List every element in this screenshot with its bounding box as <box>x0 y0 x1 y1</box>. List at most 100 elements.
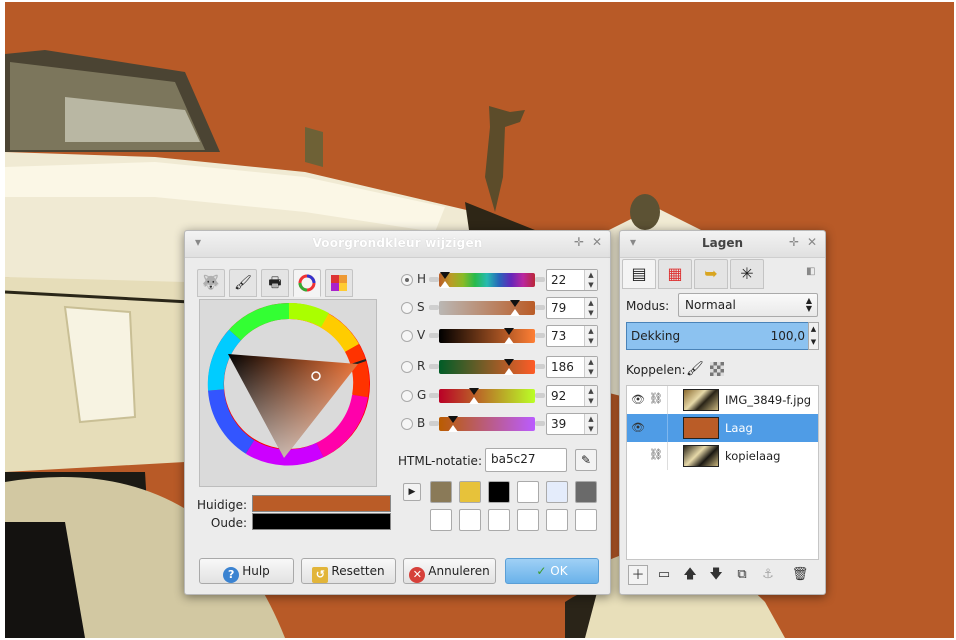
red-slider[interactable] <box>439 360 535 374</box>
slider-marker[interactable] <box>504 328 515 335</box>
slider-row-s: S 79 ▲ ▼ <box>401 297 601 321</box>
pin-icon[interactable]: ✛ <box>789 235 799 249</box>
printer-icon[interactable]: 🖶 <box>261 269 289 297</box>
chain-icon[interactable]: ⛓ <box>649 392 663 408</box>
tab-menu-icon[interactable]: ◧ <box>806 266 815 277</box>
color-wheel-area[interactable] <box>199 299 377 487</box>
opacity-slider[interactable]: Dekking 100,0 <box>626 322 812 350</box>
chevron-updown-icon: ▲ ▼ <box>805 296 812 313</box>
history-swatch[interactable] <box>488 509 510 531</box>
ok-button[interactable]: ✓ OK <box>505 558 599 584</box>
slider-marker[interactable] <box>448 416 459 423</box>
duplicate-layer-icon[interactable]: ⧉ <box>732 565 752 585</box>
hue-spinbox[interactable]: 22 ▲ ▼ <box>546 269 598 291</box>
brush-icon[interactable]: 🖌 <box>229 269 257 297</box>
gimp-wilber-icon[interactable]: 🐺 <box>197 269 225 297</box>
color-wheel-icon[interactable] <box>293 269 321 297</box>
green-slider[interactable] <box>439 389 535 403</box>
cancel-icon: ✕ <box>409 567 426 583</box>
radio-r[interactable] <box>401 361 413 373</box>
history-swatch[interactable] <box>488 481 510 503</box>
undo-icon: ✳ <box>740 264 754 283</box>
palette-icon[interactable] <box>325 269 353 297</box>
reset-icon: ↺ <box>312 567 329 583</box>
value-spinbox[interactable]: 73 ▲ ▼ <box>546 325 598 347</box>
history-swatch[interactable] <box>575 481 597 503</box>
html-notation-label: HTML-notatie: <box>398 454 482 468</box>
layers-dialog: ▾ Lagen ✛ ✕ ▤ ▦ ➥ ✳ ◧ Modus: Normaal ▲ ▼ … <box>619 230 826 595</box>
history-swatch[interactable] <box>459 481 481 503</box>
cancel-button[interactable]: ✕ Annuleren <box>403 558 496 584</box>
help-icon: ? <box>223 567 240 583</box>
pin-icon[interactable]: ✛ <box>574 235 584 249</box>
lock-alpha-icon[interactable] <box>710 362 724 376</box>
radio-h[interactable] <box>401 274 413 286</box>
history-swatch[interactable] <box>430 481 452 503</box>
layers-icon: ▤ <box>631 264 647 283</box>
blue-spinbox[interactable]: 39 ▲ ▼ <box>546 413 598 435</box>
tab-channels[interactable]: ▦ <box>658 259 692 289</box>
slider-row-b: B 39 ▲ ▼ <box>401 413 601 437</box>
channels-icon: ▦ <box>667 264 683 283</box>
html-notation-input[interactable]: ba5c27 <box>485 448 567 472</box>
radio-s[interactable] <box>401 302 413 314</box>
history-swatch[interactable] <box>517 481 539 503</box>
layer-thumbnail <box>683 445 719 467</box>
slider-marker-base <box>509 309 520 316</box>
tab-paths[interactable]: ➥ <box>694 259 728 289</box>
opacity-spinbox[interactable]: ▲ ▼ <box>808 322 819 350</box>
new-group-icon[interactable]: ▭ <box>654 565 674 585</box>
slider-row-r: R 186 ▲ ▼ <box>401 356 601 380</box>
history-swatch[interactable] <box>546 481 568 503</box>
delete-layer-icon[interactable]: 🗑 <box>790 565 810 585</box>
history-swatch[interactable] <box>517 509 539 531</box>
layers-titlebar[interactable]: ▾ Lagen ✛ ✕ <box>620 231 825 258</box>
slider-marker[interactable] <box>468 388 479 395</box>
anchor-icon[interactable]: ⚓ <box>758 565 778 585</box>
green-spinbox[interactable]: 92 ▲ ▼ <box>546 385 598 407</box>
mode-label: Modus: <box>626 299 670 313</box>
color-picker-button[interactable]: ✎ <box>575 449 597 471</box>
slider-marker[interactable] <box>439 272 450 279</box>
eye-icon[interactable]: 👁 <box>631 394 645 406</box>
radio-v[interactable] <box>401 330 413 342</box>
reset-button[interactable]: ↺ Resetten <box>301 558 396 584</box>
tab-layers[interactable]: ▤ <box>622 259 656 289</box>
value-slider[interactable] <box>439 329 535 343</box>
history-swatch[interactable] <box>430 509 452 531</box>
layer-thumbnail <box>683 417 719 439</box>
color-dialog-titlebar[interactable]: ▾ Voorgrondkleur wijzigen ✛ ✕ <box>185 231 610 258</box>
layer-row[interactable]: 👁 Laag <box>627 414 818 442</box>
history-swatch[interactable] <box>546 509 568 531</box>
close-icon[interactable]: ✕ <box>592 235 602 249</box>
saturation-spinbox[interactable]: 79 ▲ ▼ <box>546 297 598 319</box>
help-button[interactable]: ? Hulp <box>199 558 294 584</box>
slider-letter-v: V <box>417 328 426 342</box>
tab-undo[interactable]: ✳ <box>730 259 764 289</box>
slider-marker[interactable] <box>504 359 515 366</box>
mode-select[interactable]: Normaal ▲ ▼ <box>678 293 818 317</box>
slider-marker-base <box>448 425 459 432</box>
layer-row[interactable]: 👁 ⛓ IMG_3849-f.jpg <box>627 386 818 414</box>
saturation-slider[interactable] <box>439 301 535 315</box>
history-swatch[interactable] <box>575 509 597 531</box>
chain-icon[interactable]: ⛓ <box>649 448 663 464</box>
paths-icon: ➥ <box>704 264 718 283</box>
layer-row[interactable]: ⛓ kopielaag <box>627 442 818 470</box>
new-layer-icon[interactable]: ＋ <box>628 565 648 585</box>
radio-g[interactable] <box>401 390 413 402</box>
slider-marker[interactable] <box>509 300 520 307</box>
history-add-button[interactable]: ▶ <box>403 483 421 501</box>
red-spinbox[interactable]: 186 ▲ ▼ <box>546 356 598 378</box>
lower-layer-icon[interactable]: 🡇 <box>706 565 726 585</box>
eye-icon[interactable]: 👁 <box>631 422 645 434</box>
lock-paint-icon[interactable]: 🖌 <box>686 361 704 377</box>
close-icon[interactable]: ✕ <box>807 235 817 249</box>
layer-thumbnail <box>683 389 719 411</box>
slider-marker-base <box>468 397 479 404</box>
radio-b[interactable] <box>401 418 413 430</box>
hue-slider[interactable] <box>439 273 535 287</box>
raise-layer-icon[interactable]: 🡅 <box>680 565 700 585</box>
slider-letter-b: B <box>417 416 426 430</box>
history-swatch[interactable] <box>459 509 481 531</box>
